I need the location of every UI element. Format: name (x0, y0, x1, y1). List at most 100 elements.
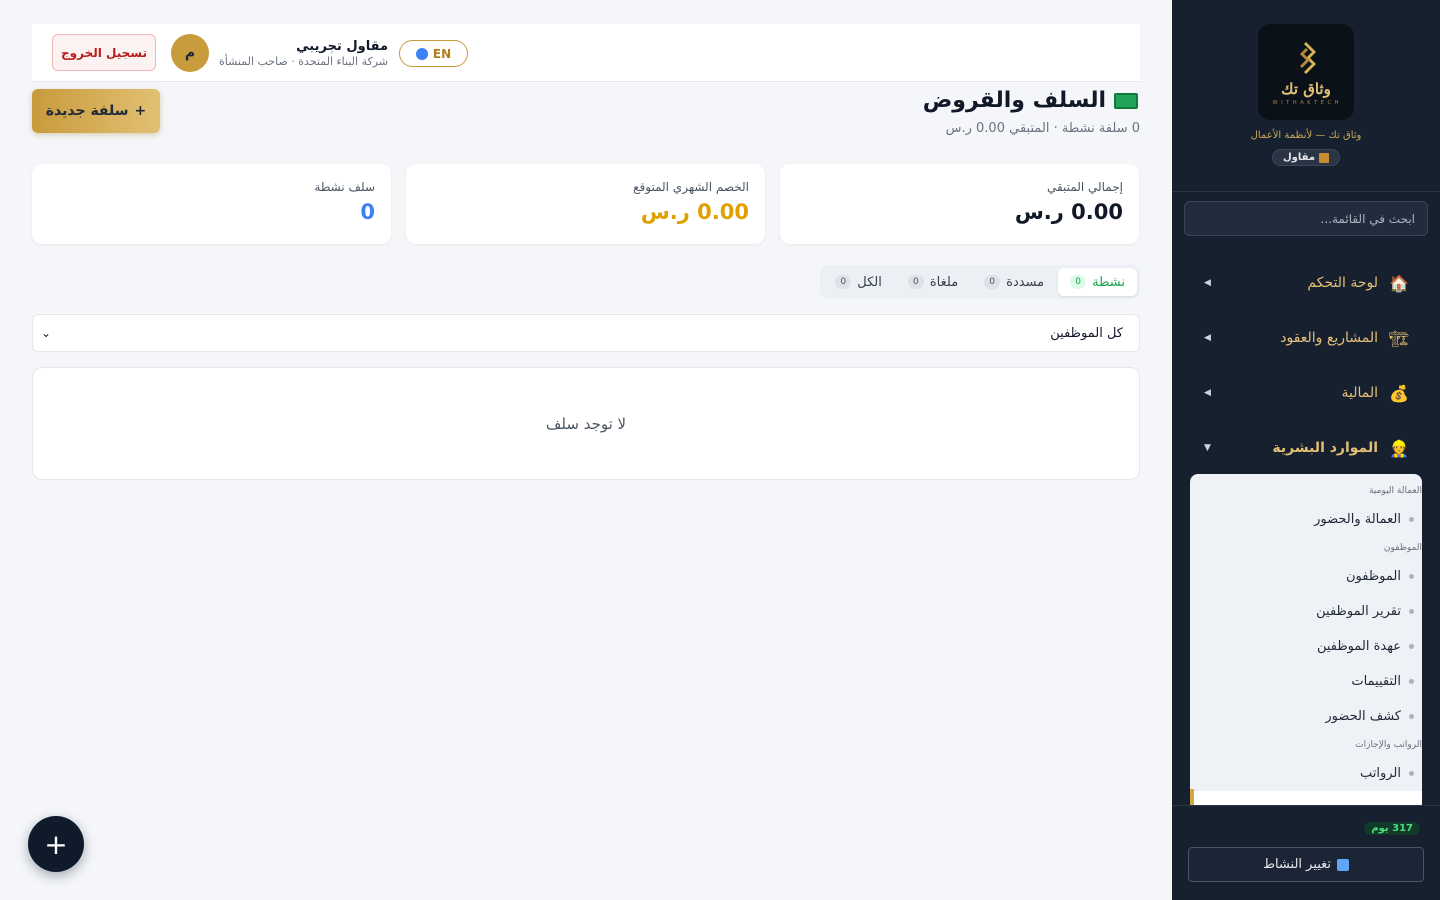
sidebar-footer: 317 يوم تغيير النشاط (1172, 805, 1440, 900)
hr-submenu: العمالة اليومية العمالة والحضور الموظفون… (1190, 474, 1422, 805)
sidebar-item-label: الموارد البشرية (1272, 440, 1378, 456)
logout-button[interactable]: تسجيل الخروج (52, 34, 156, 71)
logo[interactable]: وثاق تك W I T H A K T E C H (1258, 24, 1354, 120)
new-advance-button[interactable]: + سلفة جديدة (32, 89, 160, 133)
tab-label: نشطة (1092, 274, 1125, 290)
tab-count: 0 (835, 275, 852, 289)
submenu-item-label: العمالة والحضور (1314, 511, 1401, 527)
user-name: مقاول تجريبي (296, 38, 388, 54)
floating-add-button[interactable]: + (28, 816, 84, 872)
tab-label: مسددة (1006, 274, 1045, 290)
stat-card-total-remaining: إجمالي المتبقي 0.00 ر.س (780, 164, 1139, 244)
house-icon: 🏠 (1389, 273, 1409, 293)
employee-select[interactable]: كل الموظفين ⌄ (32, 314, 1140, 352)
submenu-item-employee-custody[interactable]: عهدة الموظفين (1204, 633, 1422, 659)
crane-icon (1319, 152, 1330, 163)
submenu-group-label: العمالة اليومية (1369, 486, 1422, 496)
user-company: شركة البناء المتحدة · صاحب المنشأة (218, 54, 388, 68)
sidebar-item-projects[interactable]: 🏗 المشاريع والعقود ◀ (1204, 323, 1410, 353)
tab-paid[interactable]: مسددة 0 (972, 268, 1056, 296)
caret-left-icon: ◀ (1204, 333, 1211, 343)
topbar: مقاول تجريبي شركة البناء المتحدة · صاحب … (32, 24, 1140, 82)
stat-value: 0.00 ر.س (1014, 200, 1123, 224)
bullet-icon (1409, 573, 1414, 579)
sidebar-item-label: لوحة التحكم (1307, 275, 1378, 291)
avatar[interactable]: م (170, 34, 209, 72)
submenu-item-label: الرواتب (1359, 765, 1401, 781)
submenu-item-label: كشف الحضور (1325, 708, 1401, 724)
bullet-icon (1409, 713, 1414, 719)
tab-all[interactable]: الكل 0 (823, 268, 894, 296)
submenu-item-label: الموظفون (1346, 568, 1401, 584)
stat-label: سلف نشطة (314, 180, 375, 194)
plus-icon: + (134, 103, 147, 119)
empty-state-message: لا توجد سلف (545, 414, 627, 433)
submenu-item-labor-attendance[interactable]: العمالة والحضور (1204, 506, 1422, 532)
sidebar-item-dashboard[interactable]: 🏠 لوحة التحكم ◀ (1204, 268, 1410, 298)
page-title-text: السلف والقروض (922, 88, 1106, 113)
page-subtitle: 0 سلفة نشطة · المتبقي 0.00 ر.س (945, 121, 1140, 136)
user-menu[interactable]: مقاول تجريبي شركة البناء المتحدة · صاحب … (170, 34, 388, 72)
bullet-icon (1409, 643, 1414, 649)
new-advance-label: سلفة جديدة (45, 103, 129, 119)
submenu-group-label: الرواتب والإجازات (1355, 740, 1422, 750)
stat-card-monthly-deduction: الخصم الشهري المتوقع 0.00 ر.س (406, 164, 765, 244)
submenu-item-attendance-sheet[interactable]: كشف الحضور (1204, 703, 1422, 729)
stat-label: الخصم الشهري المتوقع (633, 180, 749, 194)
logo-mark-icon (1300, 42, 1316, 74)
sidebar: وثاق تك W I T H A K T E C H وثاق تك — لأ… (1172, 0, 1440, 900)
page-title: السلف والقروض (923, 88, 1138, 113)
language-label: EN (432, 46, 452, 61)
tab-cancelled[interactable]: ملغاة 0 (896, 268, 970, 296)
submenu-overflow (1190, 791, 1422, 805)
money-icon (1114, 92, 1138, 109)
sidebar-search-input[interactable] (1184, 201, 1428, 236)
stat-label: إجمالي المتبقي (1046, 180, 1123, 194)
tab-count: 0 (984, 275, 1001, 289)
role-badge-label: مقاول (1282, 152, 1316, 163)
sidebar-item-hr[interactable]: 👷 الموارد البشرية ▼ (1204, 433, 1410, 463)
stat-card-active-advances: سلف نشطة 0 (32, 164, 391, 244)
bullet-icon (1409, 608, 1414, 614)
brand-tagline: وثاق تك — لأنظمة الأعمال (1250, 130, 1362, 141)
user-info: مقاول تجريبي شركة البناء المتحدة · صاحب … (219, 39, 388, 68)
worker-icon: 👷 (1389, 438, 1409, 458)
globe-icon (415, 47, 428, 60)
tab-count: 0 (1070, 275, 1087, 289)
submenu-group-label: الموظفون (1383, 543, 1422, 553)
submenu-item-employees[interactable]: الموظفون (1204, 563, 1422, 589)
stat-value: 0 (360, 200, 375, 224)
sidebar-item-label: المالية (1341, 385, 1378, 401)
submenu-scrollbar[interactable] (1190, 789, 1194, 805)
role-badge: مقاول (1271, 149, 1341, 166)
stat-value: 0.00 ر.س (640, 200, 749, 224)
tab-label: الكل (857, 274, 882, 290)
bullet-icon (1409, 770, 1414, 776)
sidebar-brand: وثاق تك W I T H A K T E C H وثاق تك — لأ… (1172, 0, 1440, 192)
switch-activity-button[interactable]: تغيير النشاط (1188, 847, 1424, 882)
submenu-item-label: تقرير الموظفين (1316, 603, 1401, 619)
submenu-item-employee-report[interactable]: تقرير الموظفين (1204, 598, 1422, 624)
tab-count: 0 (907, 275, 924, 289)
submenu-item-evaluations[interactable]: التقييمات (1204, 668, 1422, 694)
logo-text: وثاق تك (1281, 80, 1331, 98)
chevron-down-icon: ⌄ (41, 326, 52, 340)
language-toggle-button[interactable]: EN (399, 40, 468, 67)
days-remaining-badge: 317 يوم (1364, 822, 1420, 835)
logo-subtext: W I T H A K T E C H (1272, 100, 1340, 106)
status-tabs: نشطة 0 مسددة 0 ملغاة 0 الكل 0 (820, 265, 1140, 299)
empty-state: لا توجد سلف (32, 367, 1140, 480)
bullet-icon (1409, 516, 1414, 522)
caret-down-icon: ▼ (1204, 443, 1211, 453)
sidebar-item-finance[interactable]: 💰 المالية ◀ (1204, 378, 1410, 408)
sidebar-item-label: المشاريع والعقود (1280, 330, 1378, 346)
submenu-item-label: التقييمات (1351, 673, 1401, 689)
money-bag-icon: 💰 (1389, 383, 1409, 403)
submenu-item-salaries[interactable]: الرواتب (1204, 760, 1422, 786)
switch-activity-label: تغيير النشاط (1262, 857, 1332, 872)
crane-icon: 🏗 (1388, 328, 1410, 348)
caret-left-icon: ◀ (1204, 278, 1211, 288)
tab-active[interactable]: نشطة 0 (1058, 268, 1137, 296)
submenu-item-label: عهدة الموظفين (1316, 638, 1401, 654)
employee-select-value: كل الموظفين (1050, 325, 1123, 341)
